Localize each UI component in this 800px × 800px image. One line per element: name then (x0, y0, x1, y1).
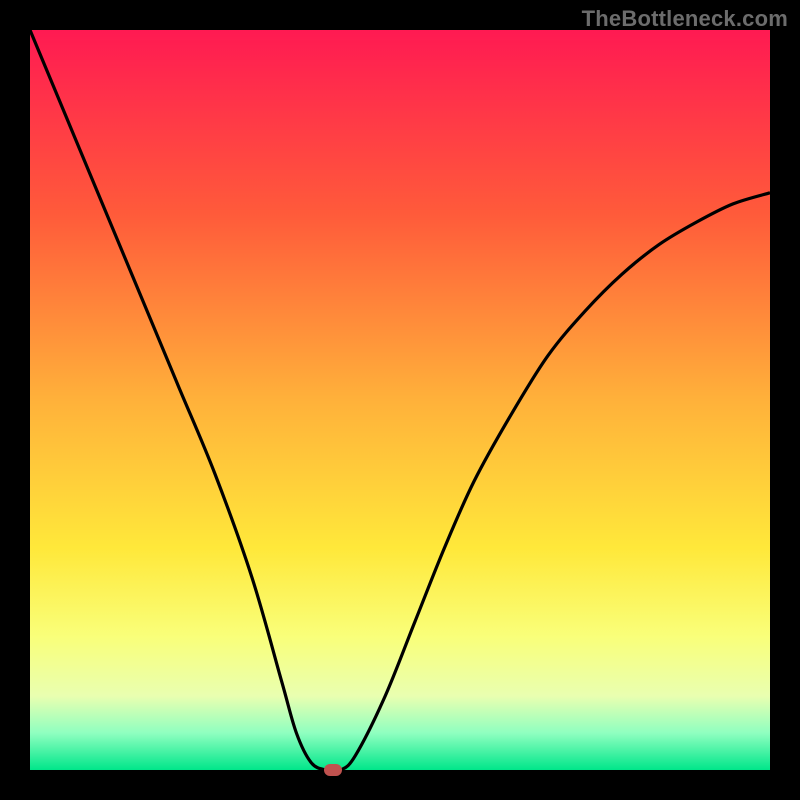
optimal-marker (324, 764, 342, 776)
chart-stage: TheBottleneck.com (0, 0, 800, 800)
curve-svg (30, 30, 770, 770)
bottleneck-curve (30, 30, 770, 771)
watermark-label: TheBottleneck.com (582, 6, 788, 32)
plot-area (30, 30, 770, 770)
